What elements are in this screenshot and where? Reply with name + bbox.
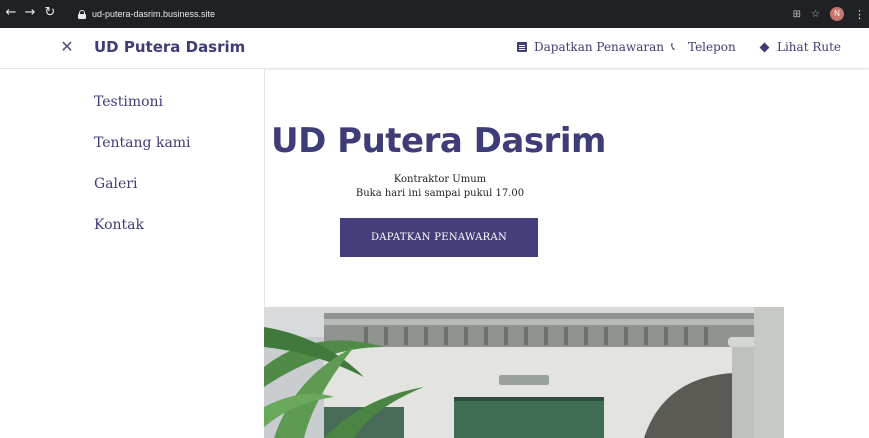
sidebar-item-kontak[interactable]: Kontak	[94, 216, 144, 234]
site-header: ✕ UD Putera Dasrim Dapatkan Penawaran 📞︎…	[0, 28, 869, 69]
nav-directions[interactable]: Lihat Rute	[759, 39, 841, 55]
opening-hours: Buka hari ini sampai pukul 17.00	[355, 188, 525, 199]
close-icon[interactable]: ✕	[60, 38, 74, 56]
directions-icon	[759, 42, 770, 52]
address-bar[interactable]: ud-putera-dasrim.business.site	[78, 6, 215, 22]
document-icon	[517, 42, 527, 52]
nav-get-quote[interactable]: Dapatkan Penawaran	[517, 39, 664, 55]
get-quote-button[interactable]: DAPATKAN PENAWARAN	[340, 218, 538, 257]
page-title: UD Putera Dasrim	[271, 121, 606, 161]
sidebar-item-galeri[interactable]: Galeri	[94, 175, 137, 193]
sidebar-item-testimoni[interactable]: Testimoni	[94, 93, 163, 111]
nav-label: Lihat Rute	[777, 40, 842, 54]
forward-icon[interactable]: →	[23, 6, 37, 20]
sidebar-item-tentang-kami[interactable]: Tentang kami	[94, 134, 191, 152]
star-icon[interactable]: ☆	[811, 9, 820, 20]
nav-label: Telepon	[688, 40, 736, 54]
nav-label: Dapatkan Penawaran	[534, 40, 664, 54]
back-icon[interactable]: ←	[4, 6, 18, 20]
url-text[interactable]: ud-putera-dasrim.business.site	[92, 9, 215, 19]
building-photo	[264, 307, 784, 438]
phone-icon: 📞︎	[671, 40, 675, 53]
toolbar-actions: ⊞ ☆ N ⋮	[793, 5, 869, 23]
kebab-menu-icon[interactable]: ⋮	[854, 8, 865, 21]
sidebar-menu: Testimoni Tentang kami Galeri Kontak	[0, 69, 265, 438]
browser-toolbar: ← → ↻ ud-putera-dasrim.business.site ⊞ ☆…	[0, 0, 869, 28]
reload-icon[interactable]: ↻	[43, 6, 57, 20]
translate-icon[interactable]: ⊞	[793, 9, 801, 20]
profile-avatar[interactable]: N	[830, 7, 844, 21]
business-category: Kontraktor Umum	[393, 174, 487, 185]
brand-name[interactable]: UD Putera Dasrim	[94, 38, 245, 56]
lock-icon[interactable]	[78, 9, 86, 19]
nav-phone[interactable]: 📞︎ Telepon	[671, 39, 736, 55]
